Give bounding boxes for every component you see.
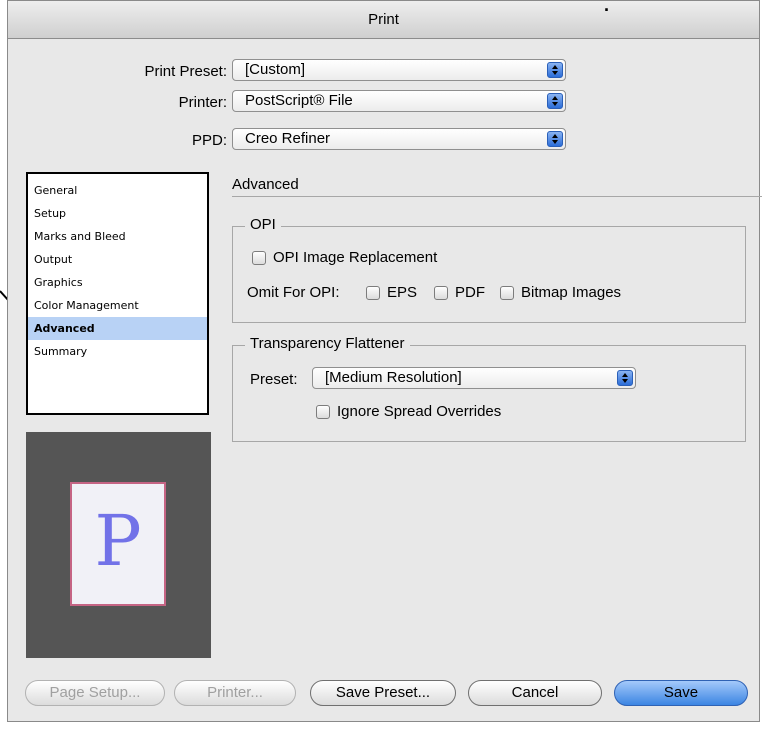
opi-group-title: OPI: [245, 216, 281, 233]
save-button[interactable]: Save: [614, 680, 748, 706]
omit-for-opi-label: Omit For OPI:: [247, 284, 340, 301]
page-setup-button[interactable]: Page Setup...: [25, 680, 165, 706]
section-title: Advanced: [232, 176, 299, 193]
category-list: General Setup Marks and Bleed Output Gra…: [26, 172, 209, 415]
ignore-spread-overrides-label: Ignore Spread Overrides: [337, 403, 502, 420]
printer-popup[interactable]: PostScript® File: [232, 90, 566, 112]
sidebar-item-graphics[interactable]: Graphics: [28, 271, 207, 294]
popup-arrows-icon: [617, 370, 633, 386]
flattener-preset-value: [Medium Resolution]: [325, 369, 462, 386]
preview-letter: P: [94, 500, 142, 582]
popup-arrows-icon: [547, 93, 563, 109]
title-dot: .: [604, 0, 610, 15]
opi-image-replacement-checkbox[interactable]: [252, 251, 266, 265]
page-preview: P: [26, 432, 211, 658]
print-preset-value: [Custom]: [245, 61, 306, 78]
sidebar-item-advanced[interactable]: Advanced: [28, 317, 207, 340]
ignore-spread-overrides-checkbox[interactable]: [316, 405, 330, 419]
omit-pdf-label: PDF: [455, 284, 485, 301]
sidebar-item-color-management[interactable]: Color Management: [28, 294, 207, 317]
print-preset-label: Print Preset:: [144, 63, 227, 80]
print-preset-popup[interactable]: [Custom]: [232, 59, 566, 81]
popup-arrows-icon: [547, 62, 563, 78]
omit-pdf-checkbox[interactable]: [434, 286, 448, 300]
opi-image-replacement-label: OPI Image Replacement: [273, 249, 438, 266]
window-title: Print: [368, 11, 399, 28]
save-preset-button[interactable]: Save Preset...: [310, 680, 456, 706]
sidebar-item-marks-and-bleed[interactable]: Marks and Bleed: [28, 225, 207, 248]
opi-group: [232, 226, 746, 323]
sidebar-item-output[interactable]: Output: [28, 248, 207, 271]
printer-value: PostScript® File: [245, 92, 353, 109]
ppd-label: PPD:: [191, 132, 227, 149]
transparency-flattener-title: Transparency Flattener: [245, 335, 410, 352]
flattener-preset-label: Preset:: [250, 371, 298, 388]
section-divider: [232, 196, 762, 197]
sidebar-item-setup[interactable]: Setup: [28, 202, 207, 225]
ppd-popup[interactable]: Creo Refiner: [232, 128, 566, 150]
sidebar-item-summary[interactable]: Summary: [28, 340, 207, 363]
omit-bitmap-checkbox[interactable]: [500, 286, 514, 300]
ppd-value: Creo Refiner: [245, 130, 331, 147]
printer-label: Printer:: [178, 94, 227, 111]
omit-eps-checkbox[interactable]: [366, 286, 380, 300]
sidebar-item-general[interactable]: General: [28, 179, 207, 202]
popup-arrows-icon: [547, 131, 563, 147]
omit-bitmap-label: Bitmap Images: [521, 284, 622, 301]
printer-button[interactable]: Printer...: [174, 680, 296, 706]
transparency-flattener-group: [232, 345, 746, 442]
preview-page: P: [70, 482, 166, 606]
cancel-button[interactable]: Cancel: [468, 680, 602, 706]
flattener-preset-popup[interactable]: [Medium Resolution]: [312, 367, 636, 389]
omit-eps-label: EPS: [387, 284, 418, 301]
title-bar: Print .: [8, 0, 759, 39]
